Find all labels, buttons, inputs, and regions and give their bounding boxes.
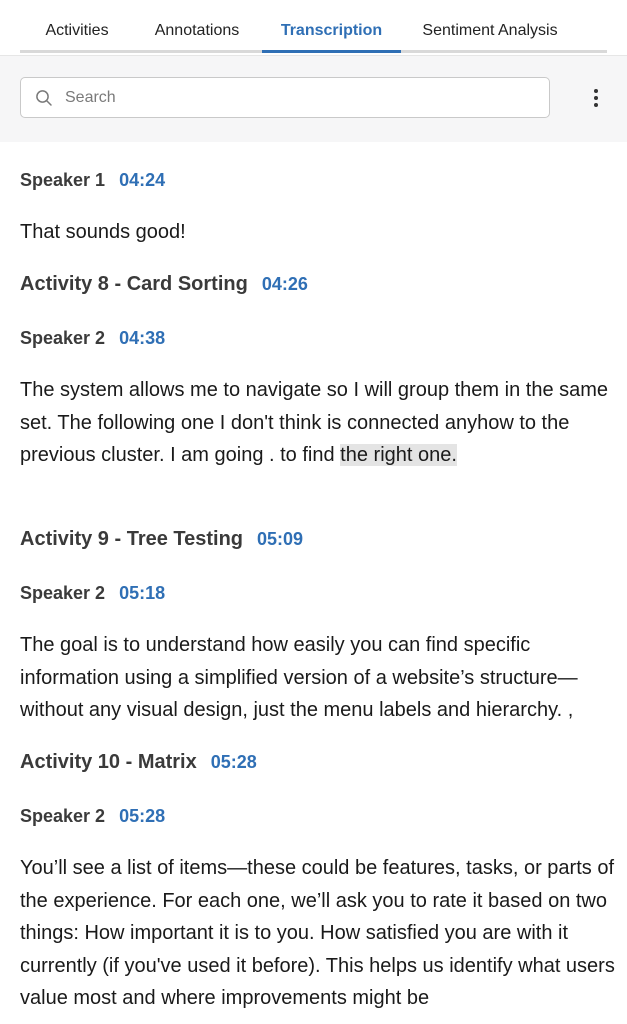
activity-title: Activity 10 - Matrix [20,751,197,773]
tab-annotations[interactable]: Annotations [147,0,247,53]
utterance-text: The goal is to understand how easily you… [20,634,578,721]
speaker-header: Speaker 2 05:28 [20,806,165,827]
activity-title: Activity 9 - Tree Testing [20,528,244,550]
speaker-name: Speaker 2 [20,328,106,348]
search-input[interactable] [65,78,535,117]
timestamp-link[interactable]: 05:18 [119,583,165,603]
speaker-header: Speaker 2 05:18 [20,583,165,604]
speaker-name: Speaker 2 [20,806,106,826]
timestamp-link[interactable]: 04:26 [262,274,308,294]
timestamp-link[interactable]: 05:28 [211,752,257,772]
utterance-text: You’ll see a list of items—these could b… [20,857,615,1009]
speaker-header: Speaker 2 04:38 [20,328,165,349]
search-icon [36,90,52,106]
timestamp-link[interactable]: 04:38 [119,328,165,348]
timestamp-link[interactable]: 05:28 [119,806,165,826]
search-panel [0,56,627,142]
speaker-name: Speaker 1 [20,170,106,190]
activity-header: Activity 8 - Card Sorting 04:26 [20,273,308,296]
search-box[interactable] [20,77,550,118]
speaker-name: Speaker 2 [20,583,106,603]
tab-activities[interactable]: Activities [22,0,132,53]
timestamp-link[interactable]: 04:24 [119,170,165,190]
transcription-panel: Activities Annotations Transcription Sen… [0,0,627,1024]
activity-title: Activity 8 - Card Sorting [20,273,248,295]
tab-transcription[interactable]: Transcription [262,0,401,53]
more-vertical-icon[interactable] [584,84,608,112]
highlighted-annotation[interactable]: the right one. [340,444,457,466]
tab-bar: Activities Annotations Transcription Sen… [0,0,627,56]
utterance-text: The system allows me to navigate so I wi… [20,374,616,472]
timestamp-link[interactable]: 05:09 [257,529,303,549]
utterance-text-part: The system allows me to navigate so I wi… [20,379,609,466]
activity-header: Activity 10 - Matrix 05:28 [20,751,257,774]
tab-sentiment-analysis[interactable]: Sentiment Analysis [418,0,562,53]
utterance-text: That sounds good! [20,221,186,243]
activity-header: Activity 9 - Tree Testing 05:09 [20,528,303,551]
speaker-header: Speaker 1 04:24 [20,170,165,191]
